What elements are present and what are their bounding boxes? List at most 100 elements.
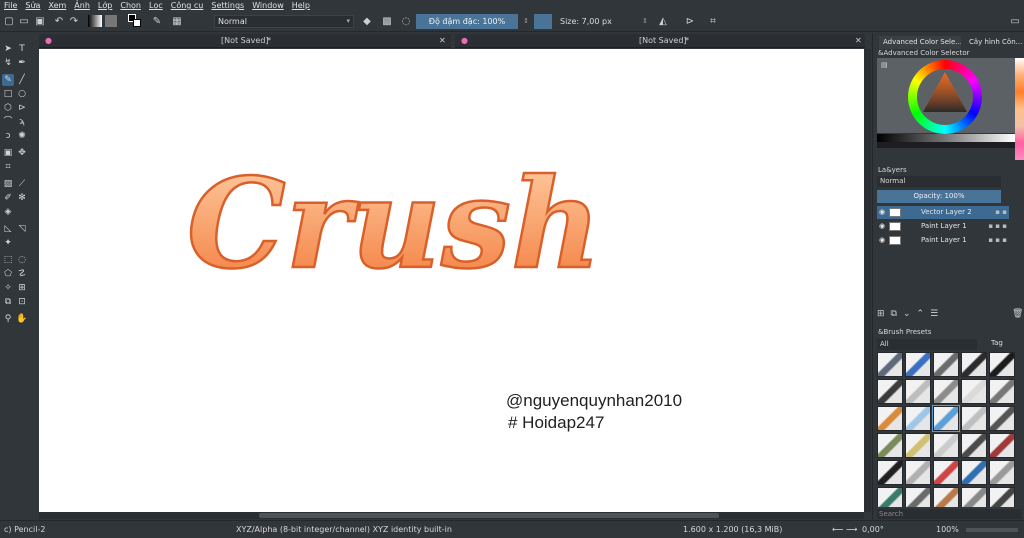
hue-ring[interactable] bbox=[908, 60, 982, 134]
polygon-select-icon[interactable]: ⬠ bbox=[2, 268, 14, 280]
brush-preset[interactable] bbox=[933, 433, 959, 458]
brush-preset[interactable] bbox=[989, 406, 1015, 431]
brush-preset[interactable] bbox=[961, 352, 987, 377]
eye-icon[interactable]: ◉ bbox=[879, 208, 885, 216]
similar-select-icon[interactable]: ⊞ bbox=[16, 282, 28, 294]
brush-preset[interactable] bbox=[989, 487, 1015, 507]
vertical-scrollbar[interactable] bbox=[864, 49, 871, 512]
brush-preset[interactable] bbox=[961, 406, 987, 431]
brush-search-input[interactable]: Search bbox=[877, 509, 1022, 519]
color-patches[interactable] bbox=[1015, 58, 1024, 160]
rotation-slider-icon[interactable]: ⟵ ⟶ bbox=[832, 525, 857, 534]
menu-item[interactable]: Help bbox=[292, 1, 310, 10]
brush-preset[interactable] bbox=[989, 379, 1015, 404]
brush-preset[interactable] bbox=[989, 433, 1015, 458]
layer-row[interactable]: ◉ Paint Layer 1 ▪ ▪ ▪ bbox=[877, 220, 1009, 233]
layers-blend-select[interactable]: Normal bbox=[877, 176, 1001, 187]
contiguous-select-icon[interactable]: ✧ bbox=[2, 282, 14, 294]
menu-item[interactable]: Xem bbox=[48, 1, 66, 10]
drawing-canvas[interactable]: Crush @nguyenquynhan2010 # Hoidap247 bbox=[39, 49, 864, 512]
blend-mode-select[interactable]: Normal ▾ bbox=[214, 15, 354, 28]
menu-item[interactable]: Chọn bbox=[120, 1, 141, 10]
settings-icon[interactable]: ▤ bbox=[881, 61, 888, 69]
eraser-mode-icon[interactable]: ◆ bbox=[360, 14, 374, 28]
lock-icon[interactable]: ▪ ▪ ▪ bbox=[988, 236, 1007, 244]
canvas-only-icon[interactable]: ▭ bbox=[1008, 14, 1022, 28]
zoom-slider[interactable] bbox=[966, 528, 1018, 532]
ellipse-tool-icon[interactable]: ○ bbox=[16, 88, 28, 100]
brush-preset[interactable] bbox=[877, 460, 903, 485]
redo-icon[interactable]: ↷ bbox=[67, 14, 81, 28]
reference-images-icon[interactable]: ✦ bbox=[2, 237, 14, 249]
fg-bg-color-icon[interactable] bbox=[128, 14, 142, 28]
rectangle-tool-icon[interactable]: □ bbox=[2, 88, 14, 100]
brush-preset[interactable] bbox=[877, 487, 903, 507]
close-icon[interactable]: ✕ bbox=[439, 36, 446, 45]
layer-opacity-slider[interactable]: Opacity: 100% bbox=[877, 190, 1001, 203]
new-document-icon[interactable]: ▢ bbox=[2, 14, 16, 28]
brush-preset[interactable] bbox=[905, 433, 931, 458]
freehand-path-icon[interactable]: ϡ bbox=[16, 116, 28, 128]
polygon-tool-icon[interactable]: ⬡ bbox=[2, 102, 14, 114]
smart-patch-icon[interactable]: ✻ bbox=[16, 192, 28, 204]
open-document-icon[interactable]: ▭ bbox=[17, 14, 31, 28]
document-tab-left[interactable]: ● [Not Saved] * ✕ bbox=[39, 34, 451, 48]
transform-tool-icon[interactable]: ▣ bbox=[2, 147, 14, 159]
brush-preset[interactable] bbox=[905, 460, 931, 485]
pattern-selector-icon[interactable] bbox=[104, 14, 118, 28]
duplicate-layer-icon[interactable]: ⧉ bbox=[891, 309, 903, 319]
menu-item[interactable]: Sửa bbox=[25, 1, 40, 10]
tab-advanced-color-selector[interactable]: Advanced Color Sele... bbox=[879, 36, 961, 49]
menu-item[interactable]: Window bbox=[252, 1, 284, 10]
brush-preset[interactable] bbox=[933, 352, 959, 377]
freehand-brush-icon[interactable]: ✎ bbox=[2, 74, 14, 86]
transform-icon[interactable]: ⌗ bbox=[706, 14, 720, 28]
size-slider[interactable]: Size: 7,00 px bbox=[534, 14, 638, 29]
preserve-alpha-icon[interactable]: ▩ bbox=[380, 14, 394, 28]
brush-preset[interactable] bbox=[989, 460, 1015, 485]
assistant-tool-icon[interactable]: ◹ bbox=[16, 223, 28, 235]
colorize-mask-icon[interactable]: ✐ bbox=[2, 192, 14, 204]
menu-item[interactable]: File bbox=[4, 1, 17, 10]
brush-preset[interactable] bbox=[905, 487, 931, 507]
brush-preset[interactable] bbox=[877, 352, 903, 377]
move-up-icon[interactable]: ⌃ bbox=[917, 309, 931, 319]
opacity-slider[interactable]: Độ đậm đặc: 100% bbox=[416, 14, 518, 29]
brush-preset[interactable] bbox=[933, 487, 959, 507]
bezier-select-icon[interactable]: ⧉ bbox=[2, 296, 14, 308]
lock-icon[interactable]: ▪ ▪ bbox=[995, 208, 1007, 216]
add-layer-icon[interactable]: ⊞ bbox=[877, 309, 891, 319]
tab-layer-tree[interactable]: Cây hình Côn... bbox=[965, 36, 1023, 49]
menu-item[interactable]: Lớp bbox=[98, 1, 112, 10]
fill-tool-icon[interactable]: ◈ bbox=[2, 206, 14, 218]
brush-tag-button[interactable]: Tag bbox=[991, 339, 1003, 347]
mirror-horizontal-icon[interactable]: ◭ bbox=[656, 14, 670, 28]
text-tool-icon[interactable]: T bbox=[16, 43, 28, 55]
menu-item[interactable]: Lọc bbox=[149, 1, 163, 10]
calligraphy-icon[interactable]: ✒ bbox=[16, 57, 28, 69]
magnetic-select-icon[interactable]: ⊡ bbox=[16, 296, 28, 308]
brush-preset[interactable] bbox=[877, 379, 903, 404]
brush-preset[interactable] bbox=[905, 379, 931, 404]
brush-preset[interactable] bbox=[905, 352, 931, 377]
gradient-selector-icon[interactable] bbox=[88, 14, 102, 28]
menu-item[interactable]: Ảnh bbox=[74, 1, 90, 10]
layer-row[interactable]: ◉ Paint Layer 1 ▪ ▪ ▪ bbox=[877, 234, 1009, 247]
brush-preset[interactable] bbox=[961, 379, 987, 404]
bezier-tool-icon[interactable]: ⌒ bbox=[2, 116, 14, 128]
brush-preset[interactable] bbox=[877, 433, 903, 458]
ellipse-select-icon[interactable]: ◌ bbox=[16, 254, 28, 266]
brush-preset[interactable] bbox=[961, 433, 987, 458]
polyline-tool-icon[interactable]: ⊳ bbox=[16, 102, 28, 114]
brush-preset-icon[interactable]: ✎ bbox=[150, 14, 164, 28]
brush-preset[interactable] bbox=[905, 406, 931, 431]
brush-filter-select[interactable]: All bbox=[877, 339, 977, 350]
lock-icon[interactable]: ▪ ▪ ▪ bbox=[988, 222, 1007, 230]
value-strip[interactable] bbox=[877, 134, 1015, 142]
size-stepper-icon[interactable]: ⇕ bbox=[638, 14, 652, 28]
layer-row[interactable]: ◉ Vector Layer 2 ▪ ▪ bbox=[877, 206, 1009, 219]
gradient-tool-icon[interactable]: ▧ bbox=[2, 178, 14, 190]
color-wheel-area[interactable]: ▤ bbox=[877, 58, 1015, 134]
document-tab-right[interactable]: ● [Not Saved] * ✕ bbox=[455, 34, 865, 48]
brush-preset[interactable] bbox=[933, 379, 959, 404]
